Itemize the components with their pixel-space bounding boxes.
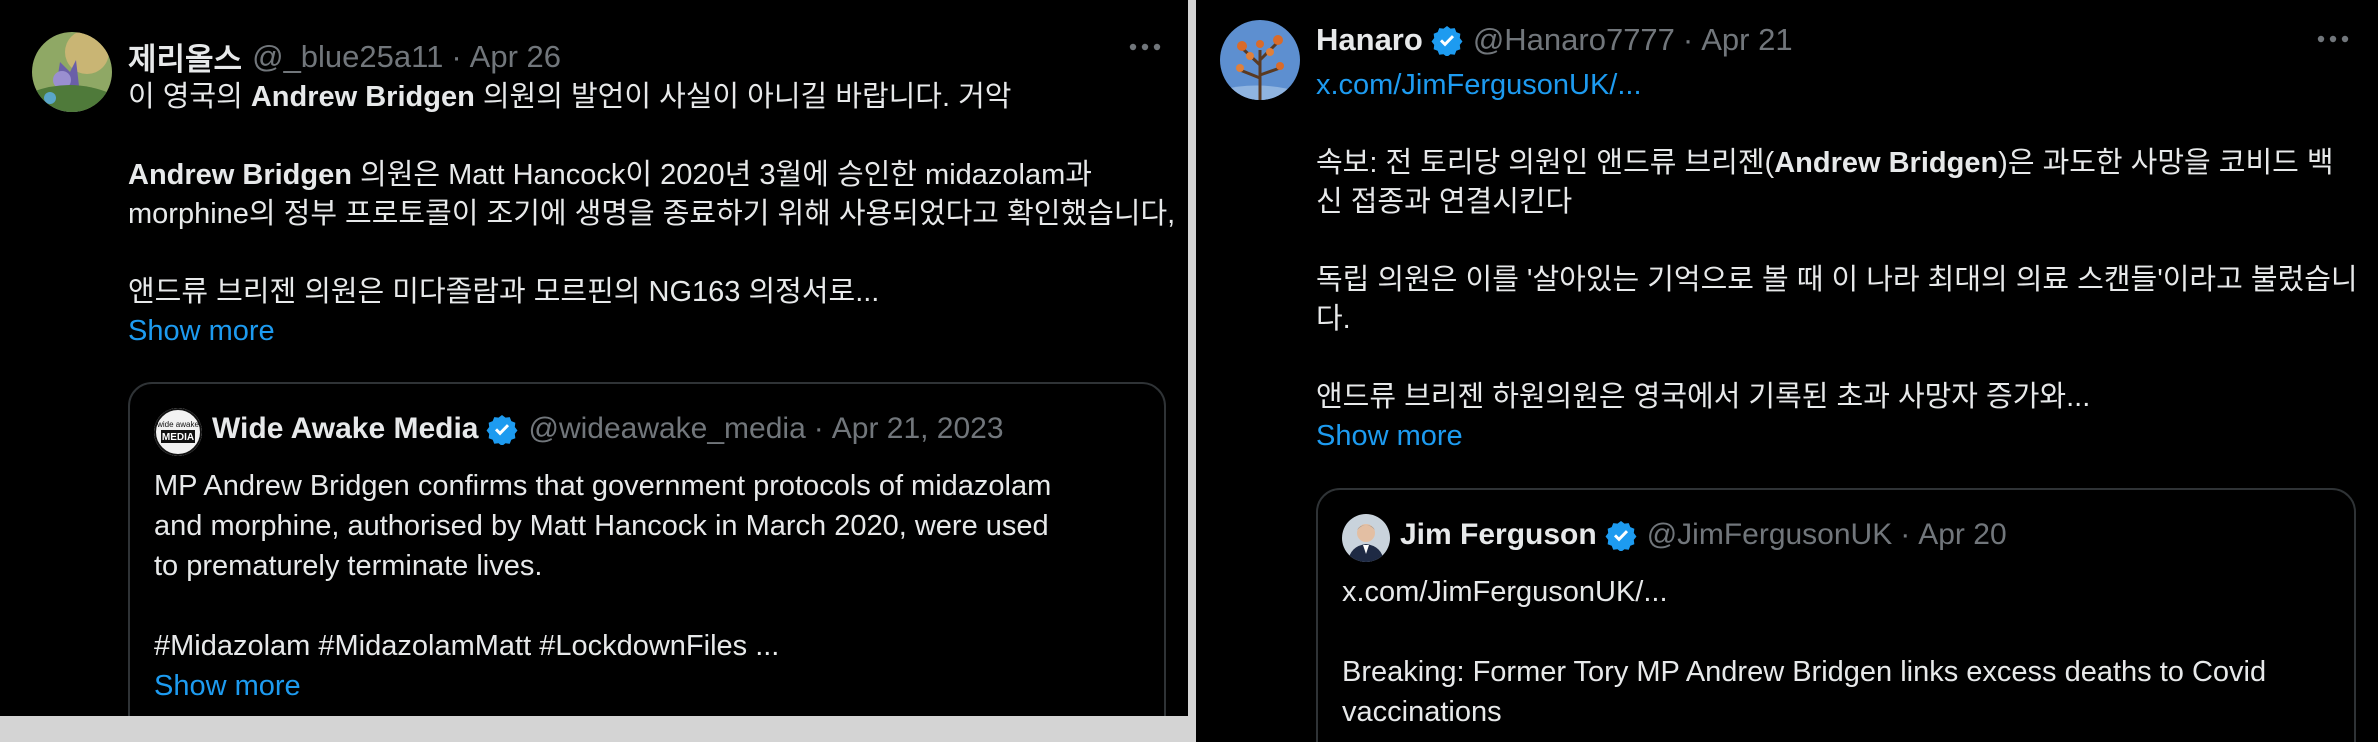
text-line: 신 접종과 연결시킨다	[1316, 186, 1573, 218]
text-line: 이 영국의 Andrew Bridgen 의원의 발언이 사실이 아니길 바랍니…	[128, 81, 1012, 113]
quote-header: Jim Ferguson @JimFergusonUK · Apr 20	[1400, 518, 2007, 552]
handle[interactable]: @_blue25a11	[252, 39, 443, 75]
post-card-right[interactable]: Hanaro @Hanaro7777 · Apr 21 x.com/JimFer…	[1196, 0, 2378, 742]
quote-link-text[interactable]: x.com/JimFergusonUK/...	[1342, 572, 2266, 612]
text-line: and morphine, authorised by Matt Hancock…	[154, 510, 1049, 542]
text-line: morphine의 정부 프로토콜이 조기에 생명을 종료하기 위해 사용되었다…	[128, 198, 1176, 230]
separator-dot: ·	[1682, 22, 1694, 57]
ellipsis-icon[interactable]	[1128, 30, 1162, 72]
post-header: Hanaro @Hanaro7777 · Apr 21	[1316, 22, 1793, 58]
text-line: 다.	[1316, 303, 1351, 335]
post-date[interactable]: Apr 26	[470, 39, 561, 75]
quoted-post[interactable]: Jim Ferguson @JimFergusonUK · Apr 20 x.c…	[1316, 488, 2356, 742]
text-line: MP Andrew Bridgen confirms that governme…	[154, 470, 1052, 502]
quote-text: x.com/JimFergusonUK/... Breaking: Former…	[1342, 572, 2266, 732]
show-more-link[interactable]: Show more	[128, 312, 1175, 351]
verified-badge-icon	[486, 413, 518, 446]
post-header: 제리올스 @_blue25a11 · Apr 26	[128, 34, 561, 79]
display-name[interactable]: Jim Ferguson	[1400, 518, 1597, 552]
separator-dot: ·	[451, 38, 462, 74]
svg-text:MEDIA: MEDIA	[162, 432, 194, 443]
avatar[interactable]	[1342, 514, 1390, 562]
post-link[interactable]: x.com/JimFergusonUK/...	[1316, 66, 2358, 105]
avatar[interactable]	[32, 32, 112, 112]
quote-header: Wide Awake Media @wideawake_media · Apr …	[212, 412, 1004, 446]
post-card-left[interactable]: 제리올스 @_blue25a11 · Apr 26 이 영국의 Andrew B…	[0, 0, 1188, 716]
ellipsis-icon[interactable]	[2316, 22, 2350, 64]
post-date[interactable]: Apr 20	[1918, 518, 2006, 552]
text-line: Andrew Bridgen 의원은 Matt Hancock이 2020년 3…	[128, 159, 1092, 191]
post-text: 이 영국의 Andrew Bridgen 의원의 발언이 사실이 아니길 바랍니…	[128, 78, 1175, 351]
handle[interactable]: @Hanaro7777	[1473, 22, 1675, 58]
separator-dot: ·	[1900, 518, 1911, 551]
post-date[interactable]: Apr 21, 2023	[832, 412, 1004, 446]
verified-badge-icon	[1605, 519, 1637, 552]
text-line: 독립 의원은 이를 '살아있는 기억으로 볼 때 이 나라 최대의 의료 스캔들…	[1316, 264, 2358, 296]
text-line: 속보: 전 토리당 의원인 앤드류 브리젠(Andrew Bridgen)은 과…	[1316, 147, 2334, 179]
display-name[interactable]: Wide Awake Media	[212, 412, 478, 446]
display-name[interactable]: Hanaro	[1316, 22, 1423, 58]
text-line: to prematurely terminate lives.	[154, 550, 543, 582]
handle[interactable]: @wideawake_media	[528, 412, 805, 446]
show-more-link[interactable]: Show more	[1316, 417, 2358, 456]
avatar[interactable]	[1220, 20, 1300, 100]
show-more-link[interactable]: Show more	[154, 666, 1051, 706]
handle[interactable]: @JimFergusonUK	[1647, 518, 1893, 552]
text-line: Breaking: Former Tory MP Andrew Bridgen …	[1342, 656, 2267, 688]
quoted-post[interactable]: wide awake MEDIA Wide Awake Media @widea…	[128, 382, 1166, 716]
post-text: x.com/JimFergusonUK/... 속보: 전 토리당 의원인 앤드…	[1316, 66, 2358, 456]
post-date[interactable]: Apr 21	[1701, 22, 1792, 58]
text-line: vaccinations	[1342, 696, 1502, 728]
separator-dot: ·	[813, 412, 824, 445]
display-name[interactable]: 제리올스	[128, 34, 242, 79]
text-line: 앤드류 브리젠 하원의원은 영국에서 기록된 초과 사망자 증가와...	[1316, 381, 2091, 413]
text-line: #Midazolam #MidazolamMatt #LockdownFiles…	[154, 630, 780, 662]
text-line: 앤드류 브리젠 의원은 미다졸람과 모르핀의 NG163 의정서로...	[128, 276, 880, 308]
verified-badge-icon	[1431, 24, 1463, 57]
avatar[interactable]: wide awake MEDIA	[154, 408, 202, 456]
svg-text:wide awake: wide awake	[156, 420, 199, 429]
quote-text: MP Andrew Bridgen confirms that governme…	[154, 466, 1051, 706]
